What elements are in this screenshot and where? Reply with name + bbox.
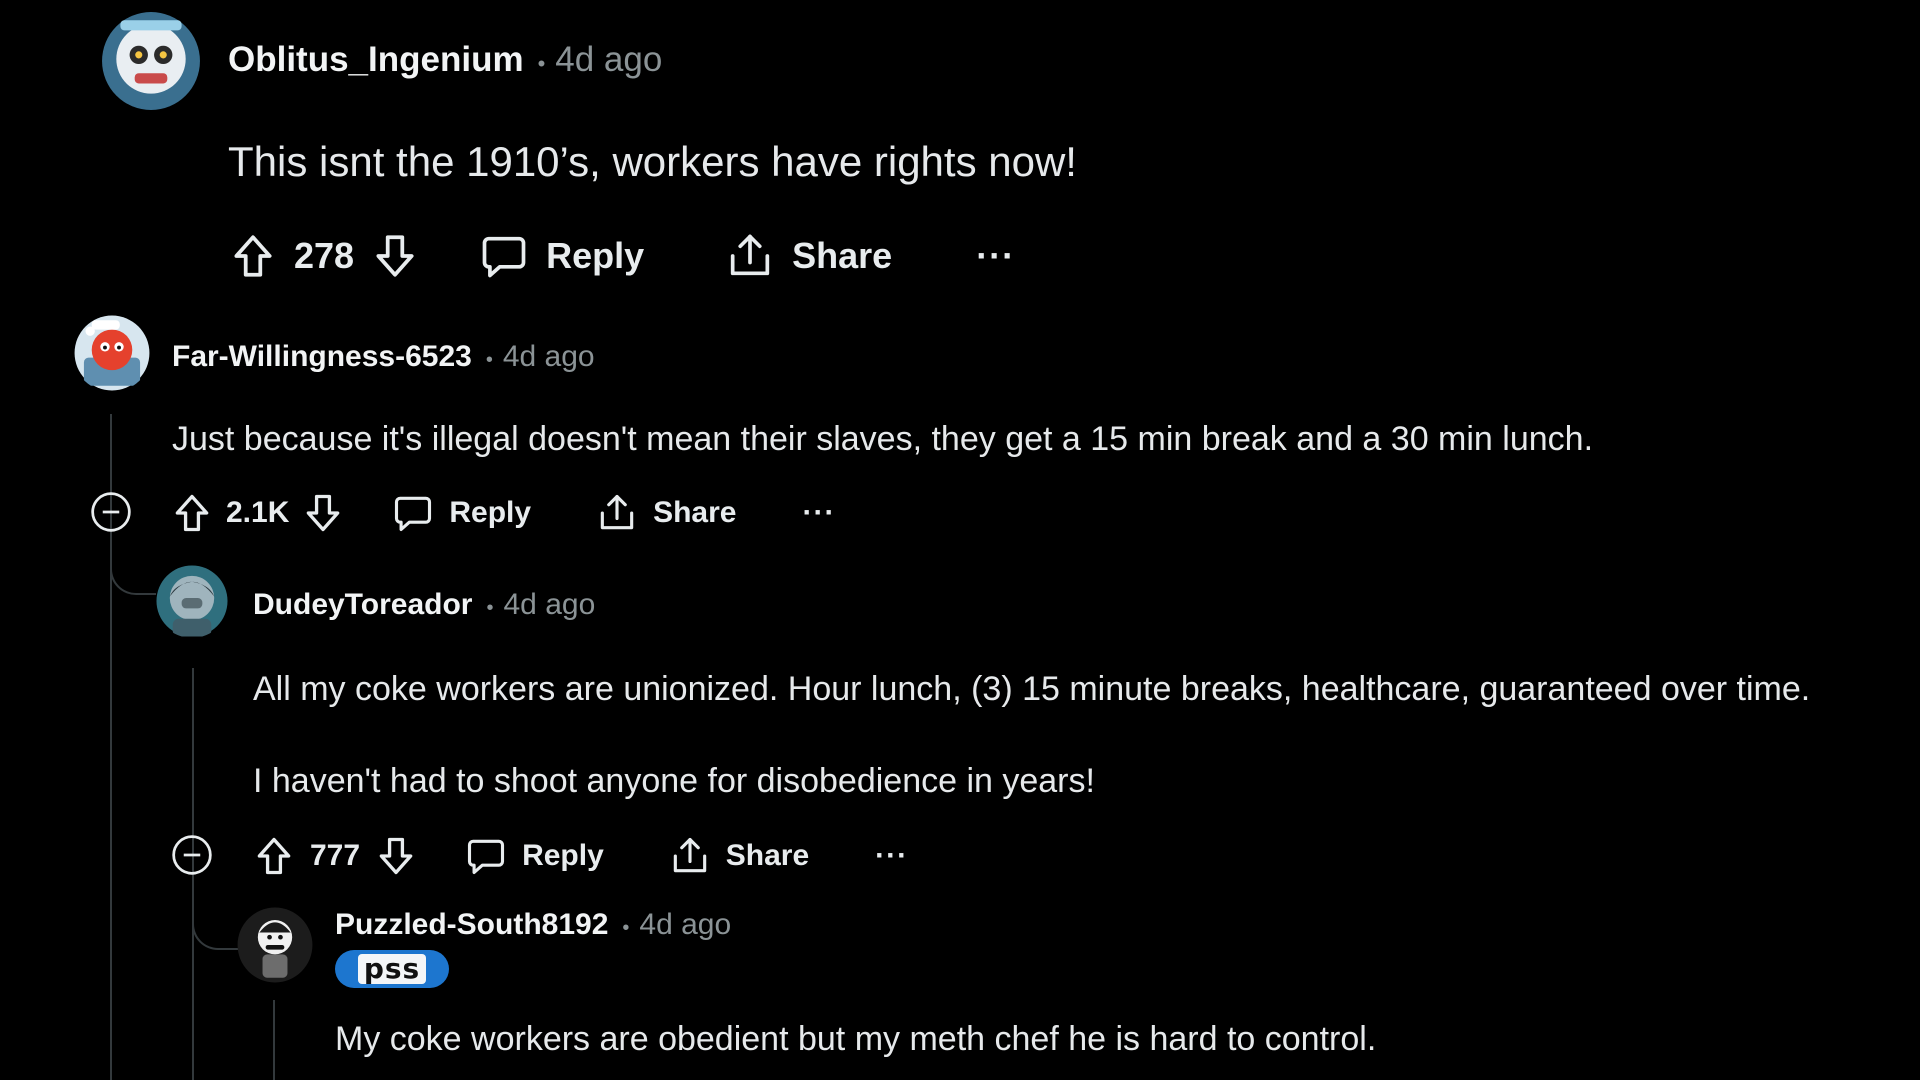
upvote-button[interactable] bbox=[228, 231, 278, 281]
share-button[interactable]: Share bbox=[595, 491, 736, 535]
avatar[interactable] bbox=[73, 314, 151, 392]
arrow-down-icon bbox=[307, 494, 340, 532]
arrow-up-icon bbox=[234, 235, 272, 277]
separator-dot: • bbox=[485, 349, 493, 371]
username[interactable]: Puzzled-South8192 bbox=[335, 908, 608, 942]
avatar[interactable] bbox=[236, 906, 314, 984]
share-label: Share bbox=[792, 235, 893, 276]
downvote-button[interactable] bbox=[370, 231, 420, 281]
reply-label: Reply bbox=[449, 496, 532, 529]
comment-actions: 2.1K Reply Share ··· bbox=[170, 490, 835, 536]
comment-meta: Oblitus_Ingenium • 4d ago bbox=[228, 40, 662, 80]
username[interactable]: Oblitus_Ingenium bbox=[228, 40, 524, 80]
upvote-button[interactable] bbox=[252, 834, 296, 878]
minus-circle-icon bbox=[91, 492, 131, 532]
thread-elbow-dudey bbox=[110, 555, 156, 595]
separator-dot: • bbox=[486, 597, 494, 619]
share-upload-icon bbox=[730, 234, 770, 276]
vote-count: 278 bbox=[294, 235, 355, 276]
reply-label: Reply bbox=[546, 235, 645, 276]
comment-meta: DudeyToreador • 4d ago bbox=[253, 588, 595, 622]
comment-meta: Puzzled-South8192 • 4d ago bbox=[335, 908, 731, 942]
share-label: Share bbox=[725, 839, 810, 872]
reply-button[interactable]: Reply bbox=[464, 834, 604, 878]
share-button[interactable]: Share bbox=[668, 834, 809, 878]
user-flair: pss bbox=[335, 950, 449, 988]
more-options-button[interactable]: ··· bbox=[875, 839, 908, 873]
separator-dot: • bbox=[537, 51, 546, 76]
speech-bubble-icon bbox=[482, 236, 526, 278]
separator-dot: • bbox=[622, 917, 630, 939]
downvote-button[interactable] bbox=[374, 834, 418, 878]
speech-bubble-icon bbox=[395, 496, 432, 532]
timestamp[interactable]: 4d ago bbox=[639, 908, 731, 942]
reply-button[interactable]: Reply bbox=[478, 230, 644, 282]
arrow-down-icon bbox=[379, 837, 413, 875]
thread-elbow-puzzled bbox=[192, 890, 238, 950]
comment-body: My coke workers are obedient but my meth… bbox=[335, 1020, 1377, 1058]
arrow-down-icon bbox=[376, 235, 414, 277]
share-button[interactable]: Share bbox=[724, 230, 892, 282]
comment-actions: 777 Reply Share ··· bbox=[252, 833, 908, 879]
user-flair-text: pss bbox=[357, 954, 427, 984]
comment-meta: Far-Willingness-6523 • 4d ago bbox=[172, 340, 595, 374]
arrow-up-icon bbox=[257, 837, 291, 875]
collapse-button[interactable] bbox=[89, 490, 133, 534]
minus-circle-icon bbox=[172, 835, 212, 875]
timestamp[interactable]: 4d ago bbox=[503, 340, 595, 374]
username[interactable]: Far-Willingness-6523 bbox=[172, 340, 472, 374]
avatar[interactable] bbox=[155, 564, 229, 638]
thread-line-level-3[interactable] bbox=[273, 1000, 275, 1080]
comment-body: Just because it's illegal doesn't mean t… bbox=[172, 420, 1594, 458]
timestamp[interactable]: 4d ago bbox=[555, 40, 662, 80]
vote-count: 777 bbox=[310, 839, 361, 872]
comment-body-paragraph-1: All my coke workers are unionized. Hour … bbox=[253, 670, 1811, 708]
more-options-button[interactable]: ··· bbox=[976, 235, 1015, 277]
share-label: Share bbox=[653, 496, 737, 529]
comment-body-paragraph-2: I haven't had to shoot anyone for disobe… bbox=[253, 762, 1095, 800]
timestamp[interactable]: 4d ago bbox=[504, 588, 596, 622]
comment-actions: 278 Reply Share ··· bbox=[228, 228, 1015, 284]
reply-button[interactable]: Reply bbox=[391, 491, 531, 535]
avatar[interactable] bbox=[100, 10, 202, 112]
more-options-button[interactable]: ··· bbox=[802, 496, 835, 530]
share-upload-icon bbox=[673, 837, 706, 873]
speech-bubble-icon bbox=[468, 839, 505, 875]
share-upload-icon bbox=[600, 494, 634, 530]
arrow-up-icon bbox=[175, 494, 209, 532]
upvote-button[interactable] bbox=[170, 491, 214, 535]
reply-label: Reply bbox=[522, 839, 604, 872]
vote-count: 2.1K bbox=[226, 496, 290, 529]
collapse-button[interactable] bbox=[170, 833, 214, 877]
username[interactable]: DudeyToreador bbox=[253, 588, 472, 622]
comment-body: This isnt the 1910’s, workers have right… bbox=[228, 138, 1077, 185]
downvote-button[interactable] bbox=[301, 491, 345, 535]
